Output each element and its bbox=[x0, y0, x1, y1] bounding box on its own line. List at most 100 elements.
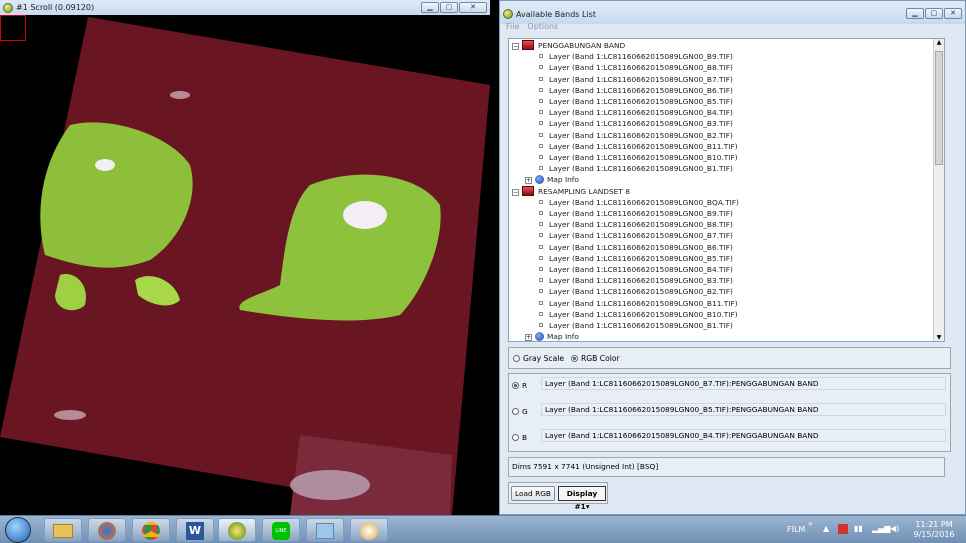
collapse-icon[interactable]: − bbox=[512, 43, 519, 50]
close-button[interactable]: ✕ bbox=[944, 8, 962, 19]
map-info-item[interactable]: + Map Info bbox=[525, 331, 579, 341]
rgb-color-option[interactable]: RGB Color bbox=[571, 354, 620, 363]
maximize-button[interactable]: ▢ bbox=[440, 2, 458, 13]
dims-panel: Dims 7591 x 7741 (Unsigned Int) [BSQ] bbox=[508, 457, 945, 477]
files-icon[interactable] bbox=[306, 518, 344, 542]
band-layer-item[interactable]: Layer (Band 1:LC81160662015089LGN00_B9.T… bbox=[539, 208, 733, 219]
chevron-down-icon: ▾ bbox=[585, 502, 590, 511]
explorer-icon[interactable] bbox=[44, 518, 82, 542]
bands-title-bar[interactable]: Available Bands List ▁ ▢ ✕ bbox=[500, 4, 965, 24]
load-rgb-button[interactable]: Load RGB bbox=[511, 486, 555, 501]
band-layer-item[interactable]: Layer (Band 1:LC81160662015089LGN00_B1.T… bbox=[539, 163, 733, 174]
tree-group[interactable]: − RESAMPLING LANDSET 8 bbox=[512, 185, 630, 197]
gray-scale-radio[interactable] bbox=[513, 355, 520, 362]
layer-node-icon bbox=[539, 278, 543, 283]
envi-icon[interactable] bbox=[218, 518, 256, 542]
overflow-chevron-icon[interactable]: » bbox=[808, 519, 813, 528]
band-tree[interactable]: − PENGGABUNGAN BAND Layer (Band 1:LC811606… bbox=[508, 38, 945, 342]
band-layer-item[interactable]: Layer (Band 1:LC81160662015089LGN00_B8.T… bbox=[539, 62, 733, 73]
minimize-button[interactable]: ▁ bbox=[421, 2, 439, 13]
layer-node-icon bbox=[539, 110, 543, 115]
signal-icon[interactable]: ▂▄▆ bbox=[872, 524, 890, 533]
gray-scale-option[interactable]: Gray Scale bbox=[513, 354, 564, 363]
layer-node-icon bbox=[539, 233, 543, 238]
language-indicator[interactable]: FILM bbox=[787, 525, 805, 534]
line-icon[interactable]: LINE bbox=[262, 518, 300, 542]
tray-arrow-icon[interactable]: ▲ bbox=[823, 524, 829, 533]
scrollbar-thumb[interactable] bbox=[935, 51, 943, 165]
layer-node-icon bbox=[539, 54, 543, 59]
tree-scrollbar[interactable]: ▲ ▼ bbox=[933, 39, 944, 341]
band-layer-item[interactable]: Layer (Band 1:LC81160662015089LGN00_B10.… bbox=[539, 309, 738, 320]
band-layer-item[interactable]: Layer (Band 1:LC81160662015089LGN00_B2.T… bbox=[539, 130, 733, 141]
clock[interactable]: 11:21 PM 9/15/2016 bbox=[906, 520, 962, 540]
globe-icon bbox=[535, 332, 544, 341]
paint-icon[interactable] bbox=[350, 518, 388, 542]
band-layer-item[interactable]: Layer (Band 1:LC81160662015089LGN00_B10.… bbox=[539, 152, 738, 163]
firefox-icon[interactable] bbox=[88, 518, 126, 542]
band-layer-item[interactable]: Layer (Band 1:LC81160662015089LGN00_B3.T… bbox=[539, 118, 733, 129]
layer-node-icon bbox=[539, 166, 543, 171]
flag-icon[interactable] bbox=[838, 524, 848, 534]
layer-node-icon bbox=[539, 199, 543, 204]
layer-node-icon bbox=[539, 323, 543, 327]
expand-icon[interactable]: + bbox=[525, 334, 532, 341]
tree-group[interactable]: − PENGGABUNGAN BAND bbox=[512, 40, 625, 51]
expand-icon[interactable]: + bbox=[525, 177, 532, 185]
file-icon bbox=[522, 40, 534, 50]
g-band-field[interactable]: Layer (Band 1:LC81160662015089LGN00_B5.T… bbox=[541, 403, 946, 416]
g-radio[interactable] bbox=[512, 407, 519, 415]
rgb-color-radio[interactable] bbox=[571, 355, 578, 362]
band-layer-item[interactable]: Layer (Band 1:LC81160662015089LGN00_B6.T… bbox=[539, 85, 733, 96]
band-layer-item[interactable]: Layer (Band 1:LC81160662015089LGN00_B9.T… bbox=[539, 51, 733, 62]
layer-node-icon bbox=[539, 255, 543, 260]
minimize-button[interactable]: ▁ bbox=[906, 8, 924, 19]
r-radio[interactable] bbox=[512, 381, 519, 389]
layer-node-icon bbox=[539, 132, 543, 137]
band-layer-item[interactable]: Layer (Band 1:LC81160662015089LGN00_B5.T… bbox=[539, 96, 733, 107]
maximize-button[interactable]: ▢ bbox=[925, 8, 943, 19]
band-layer-item[interactable]: Layer (Band 1:LC81160662015089LGN00_B4.T… bbox=[539, 107, 733, 118]
band-layer-item[interactable]: Layer (Band 1:LC81160662015089LGN00_BQA.… bbox=[539, 197, 739, 208]
menu-file[interactable]: File bbox=[506, 22, 519, 31]
band-layer-item[interactable]: Layer (Band 1:LC81160662015089LGN00_B11.… bbox=[539, 141, 738, 152]
chrome-icon[interactable] bbox=[132, 518, 170, 542]
g-channel[interactable]: G bbox=[512, 404, 528, 418]
layer-node-icon bbox=[539, 222, 543, 227]
globe-icon bbox=[535, 175, 544, 185]
dims-value: 7591 x 7741 (Unsigned Int) [BSQ] bbox=[533, 462, 659, 471]
band-layer-item[interactable]: Layer (Band 1:LC81160662015089LGN00_B11.… bbox=[539, 298, 738, 309]
time: 11:21 PM bbox=[915, 520, 953, 529]
layer-node-icon bbox=[539, 99, 543, 103]
start-orb-icon[interactable] bbox=[5, 517, 31, 543]
band-layer-item[interactable]: Layer (Band 1:LC81160662015089LGN00_B1.T… bbox=[539, 320, 733, 331]
b-channel[interactable]: B bbox=[512, 430, 527, 444]
network-icon[interactable]: ▮▮ bbox=[854, 524, 863, 533]
image-viewport[interactable] bbox=[0, 15, 490, 515]
b-band-field[interactable]: Layer (Band 1:LC81160662015089LGN00_B4.T… bbox=[541, 429, 946, 442]
collapse-icon[interactable]: − bbox=[512, 188, 519, 196]
band-layer-item[interactable]: Layer (Band 1:LC81160662015089LGN00_B5.T… bbox=[539, 253, 733, 264]
band-layer-item[interactable]: Layer (Band 1:LC81160662015089LGN00_B7.T… bbox=[539, 74, 733, 85]
menu-options[interactable]: Options bbox=[527, 22, 558, 31]
layer-node-icon bbox=[539, 300, 543, 305]
display-dropdown[interactable]: Display #1▾ bbox=[558, 486, 606, 511]
band-layer-item[interactable]: Layer (Band 1:LC81160662015089LGN00_B2.T… bbox=[539, 286, 733, 297]
close-button[interactable]: ✕ bbox=[459, 2, 487, 13]
band-layer-item[interactable]: Layer (Band 1:LC81160662015089LGN00_B8.T… bbox=[539, 219, 733, 230]
layer-node-icon bbox=[539, 289, 543, 294]
band-layer-item[interactable]: Layer (Band 1:LC81160662015089LGN00_B7.T… bbox=[539, 230, 733, 241]
band-layer-item[interactable]: Layer (Band 1:LC81160662015089LGN00_B3.T… bbox=[539, 275, 733, 286]
b-radio[interactable] bbox=[512, 433, 519, 441]
band-layer-item[interactable]: Layer (Band 1:LC81160662015089LGN00_B6.T… bbox=[539, 242, 733, 253]
scroll-window: #1 Scroll (0.09120) ▁ ▢ ✕ bbox=[0, 0, 490, 515]
r-band-field[interactable]: Layer (Band 1:LC81160662015089LGN00_B7.T… bbox=[541, 377, 946, 390]
zoom-box[interactable] bbox=[0, 15, 26, 41]
band-layer-item[interactable]: Layer (Band 1:LC81160662015089LGN00_B4.T… bbox=[539, 264, 733, 275]
r-channel[interactable]: R bbox=[512, 378, 527, 392]
date: 9/15/2016 bbox=[913, 530, 955, 539]
volume-icon[interactable]: ◀) bbox=[890, 524, 899, 533]
scroll-title-bar[interactable]: #1 Scroll (0.09120) ▁ ▢ ✕ bbox=[0, 0, 490, 15]
word-icon[interactable]: W bbox=[176, 518, 214, 542]
map-info-item[interactable]: + Map Info bbox=[525, 174, 579, 185]
